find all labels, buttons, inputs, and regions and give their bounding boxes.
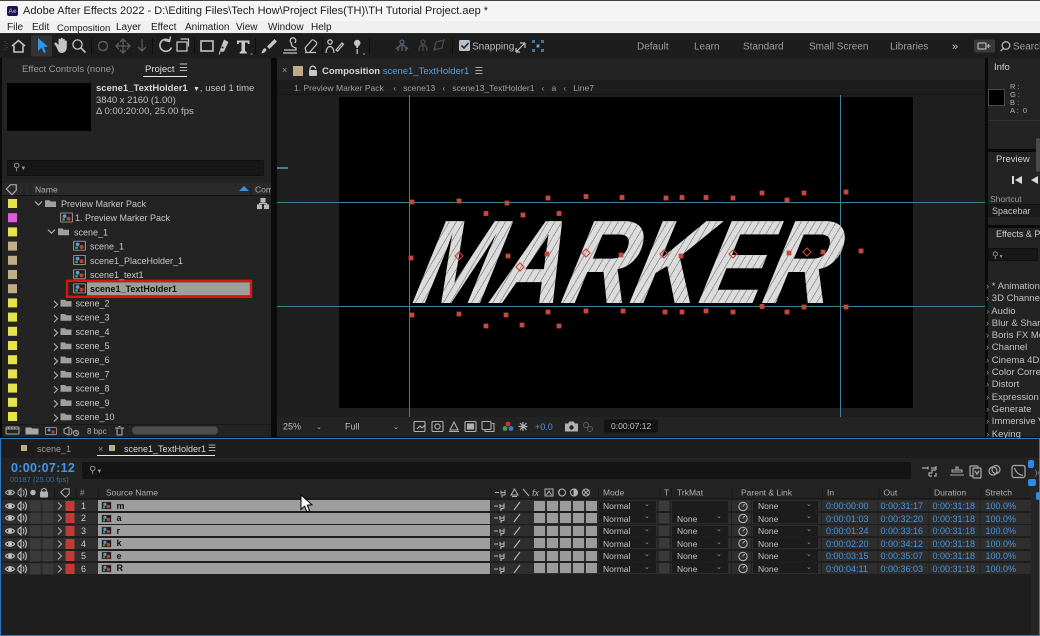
svg-text:Libraries: Libraries [890, 42, 928, 53]
svg-text:Mode: Mode [603, 488, 625, 498]
svg-text:Parent & Link: Parent & Link [741, 488, 793, 498]
svg-text:Comm: Comm [255, 185, 271, 195]
svg-text:Duration: Duration [934, 488, 966, 498]
svg-text:⌄: ⌄ [393, 424, 399, 431]
svg-text:scene_2: scene_2 [76, 298, 110, 308]
svg-text:⌄: ⌄ [316, 424, 322, 431]
svg-text:25%: 25% [283, 422, 301, 432]
svg-text:scene_3: scene_3 [76, 313, 110, 323]
svg-text:#: # [80, 489, 85, 498]
svg-text:Learn: Learn [694, 42, 720, 53]
svg-text:scene_9: scene_9 [76, 398, 110, 408]
svg-text:scene1_text1: scene1_text1 [90, 270, 144, 280]
svg-text:scene1_TextHolder1: scene1_TextHolder1 [90, 284, 177, 294]
svg-text:scene_1: scene_1 [74, 227, 108, 237]
svg-text:+0.0: +0.0 [535, 422, 553, 432]
svg-text:Search: Search [1013, 42, 1040, 53]
svg-text:Source Name: Source Name [106, 488, 158, 498]
svg-text:scene_10: scene_10 [76, 412, 115, 422]
svg-text:Out: Out [883, 488, 897, 498]
svg-text:Full: Full [345, 422, 360, 432]
svg-text:TrkMat: TrkMat [677, 488, 704, 498]
svg-text:In: In [827, 488, 834, 498]
svg-text:scene_1: scene_1 [90, 242, 124, 252]
svg-text:1. Preview Marker Pack: 1. Preview Marker Pack [75, 213, 171, 223]
svg-text:0:00:07:12: 0:00:07:12 [611, 421, 651, 431]
svg-text:Small Screen: Small Screen [809, 42, 868, 53]
svg-text:scene1_PlaceHolder_1: scene1_PlaceHolder_1 [90, 256, 183, 266]
svg-text:Stretch: Stretch [985, 488, 1012, 498]
svg-text:8 bpc: 8 bpc [87, 427, 107, 436]
svg-text:scene_4: scene_4 [76, 327, 110, 337]
svg-text:Snapping: Snapping [472, 42, 514, 53]
svg-text:Preview Marker Pack: Preview Marker Pack [61, 199, 147, 209]
svg-text:Default: Default [637, 42, 669, 53]
svg-text:T: T [664, 488, 669, 498]
svg-text:scene_7: scene_7 [76, 369, 110, 379]
svg-text:scene_6: scene_6 [76, 355, 110, 365]
svg-text:scene_8: scene_8 [76, 384, 110, 394]
svg-text:Name: Name [35, 185, 58, 195]
svg-text:fx: fx [532, 488, 540, 498]
svg-text:Standard: Standard [743, 42, 784, 53]
svg-text:»: » [952, 41, 958, 53]
svg-text:scene_5: scene_5 [76, 341, 110, 351]
